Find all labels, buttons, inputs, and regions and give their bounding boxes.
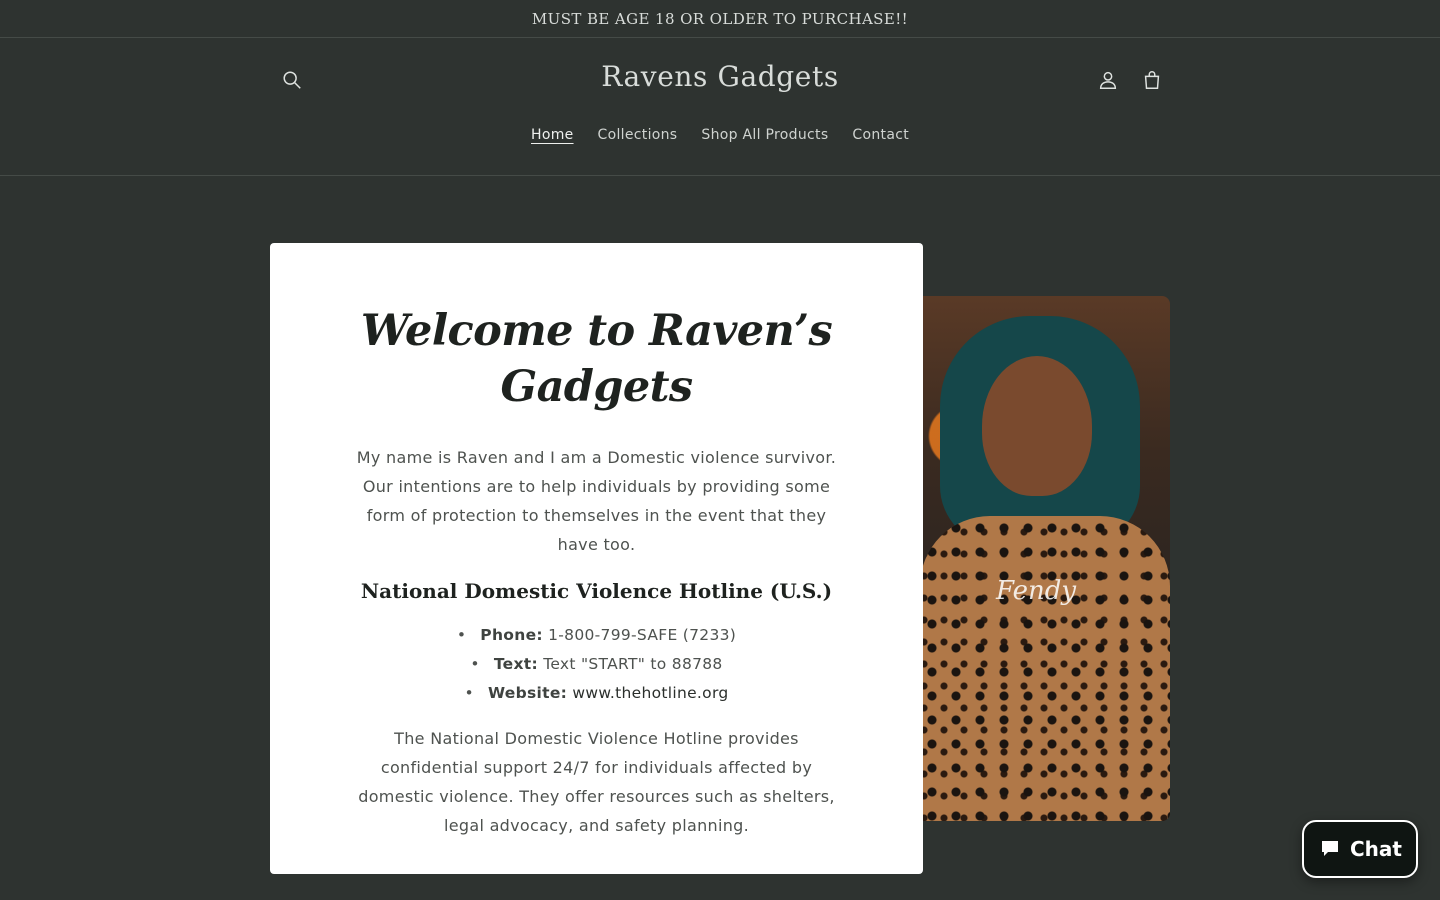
cart-button[interactable] (1134, 62, 1170, 98)
nav-item-home[interactable]: Home (531, 124, 574, 146)
page-title: Welcome to Raven’s Gadgets (360, 306, 833, 412)
nav-item-contact[interactable]: Contact (852, 124, 909, 146)
hero-image-face (982, 356, 1092, 496)
list-item-text: Text: Text "START" to 88788 (270, 650, 923, 679)
site-logo[interactable]: Ravens Gadgets (0, 60, 1440, 93)
list-item-website: Website: www.thehotline.org (270, 679, 923, 708)
account-button[interactable] (1090, 62, 1126, 98)
website-link[interactable]: www.thehotline.org (572, 684, 728, 702)
announcement-text: MUST BE AGE 18 OR OLDER TO PURCHASE!! (531, 9, 909, 28)
main-nav: Home Collections Shop All Products Conta… (0, 124, 1440, 146)
outro-text: The National Domestic Violence Hotline p… (358, 729, 835, 835)
hotline-heading: National Domestic Violence Hotline (U.S.… (360, 579, 833, 603)
hero-image: Fendy (900, 296, 1170, 821)
hero-image-leopard-top (920, 516, 1170, 821)
nav-item-shop-all-products[interactable]: Shop All Products (701, 124, 828, 146)
chat-button[interactable]: Chat (1302, 820, 1418, 878)
welcome-card: Welcome to Raven’s Gadgets My name is Ra… (270, 243, 923, 874)
image-watermark: Fendy (996, 576, 1077, 606)
chat-label: Chat (1350, 837, 1402, 861)
intro-text: My name is Raven and I am a Domestic vio… (356, 448, 837, 554)
site-header: Ravens Gadgets Home Collections Shop All… (0, 38, 1440, 176)
list-item-phone: Phone: 1-800-799-SAFE (7233) (270, 621, 923, 650)
hotline-contact-list: Phone: 1-800-799-SAFE (7233) Text: Text … (270, 621, 923, 708)
announcement-bar: MUST BE AGE 18 OR OLDER TO PURCHASE!! (0, 0, 1440, 38)
account-icon (1099, 71, 1117, 89)
nav-item-collections[interactable]: Collections (598, 124, 678, 146)
cart-icon (1144, 71, 1160, 89)
chat-bubble-icon (1322, 841, 1338, 856)
